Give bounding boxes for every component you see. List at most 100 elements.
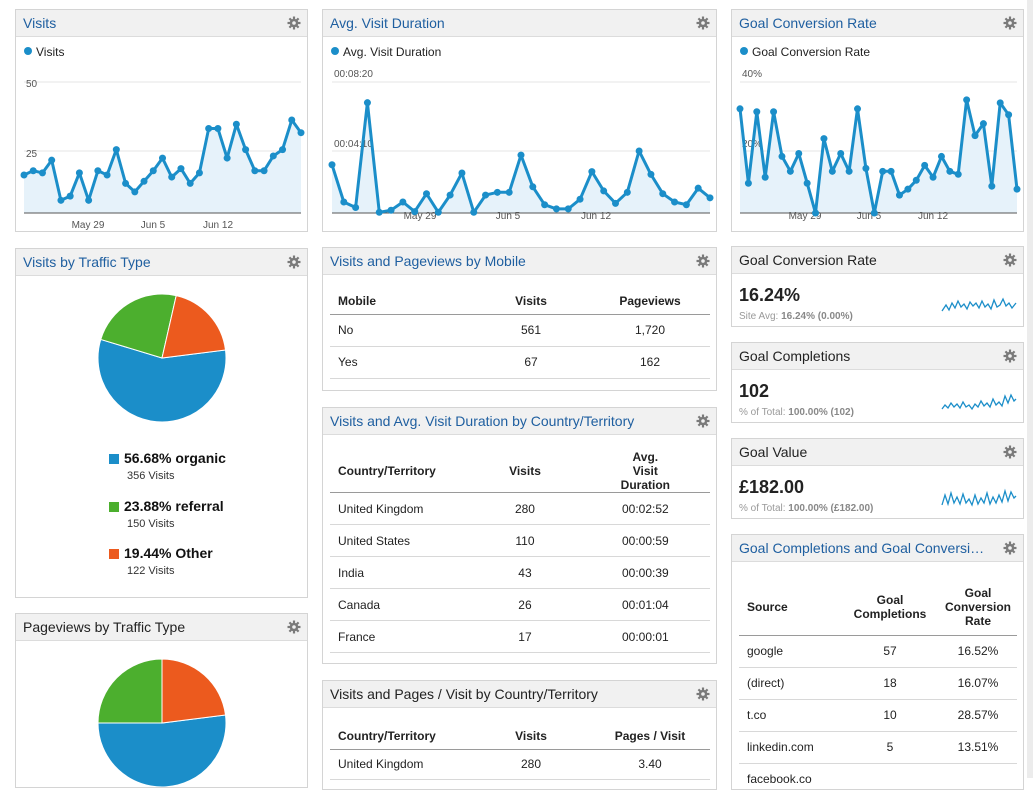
cell-mobile[interactable]: No	[330, 314, 472, 347]
widget-title[interactable]: Goal Completions	[739, 348, 993, 364]
column-header[interactable]: Pages / Visit	[590, 723, 710, 750]
column-header[interactable]: Source	[739, 579, 841, 636]
data-point	[94, 167, 102, 175]
column-header[interactable]: Visits	[472, 288, 590, 315]
widget-header: Visits and Avg. Visit Duration by Countr…	[323, 408, 716, 435]
widget-title[interactable]: Goal Value	[739, 444, 993, 460]
data-point	[505, 188, 513, 196]
data-point	[706, 194, 714, 202]
data-point	[588, 168, 596, 176]
data-point	[328, 161, 336, 169]
widget-title[interactable]: Goal Conversion Rate	[739, 15, 993, 31]
y-tick-label: 00:08:20	[334, 69, 373, 80]
column-header[interactable]: Country/Territory	[330, 450, 470, 493]
cell-source[interactable]: (direct)	[739, 667, 841, 700]
cell-source[interactable]: t.co	[739, 699, 841, 732]
data-point	[446, 191, 454, 199]
column-header[interactable]: Visits	[472, 723, 590, 750]
widget-title[interactable]: Goal Completions and Goal Conversi…	[739, 540, 993, 556]
data-point	[517, 151, 525, 159]
gear-icon[interactable]	[696, 16, 710, 30]
data-point	[895, 191, 903, 199]
column-header[interactable]: Country/Territory	[330, 723, 472, 750]
cell-source[interactable]: facebook.co	[739, 763, 841, 789]
cell-country[interactable]: France	[330, 620, 470, 653]
cell-country[interactable]: United States	[330, 524, 470, 557]
data-point	[904, 185, 912, 193]
data-point	[937, 152, 945, 160]
column-header[interactable]: Visits	[469, 450, 581, 493]
data-point	[854, 105, 862, 113]
widget-title[interactable]: Avg. Visit Duration	[330, 15, 686, 31]
gear-icon[interactable]	[1003, 253, 1017, 267]
data-point	[434, 208, 442, 216]
table-row: Canada 26 00:01:04	[330, 588, 710, 621]
table-header-row: Country/Territory Visits Avg. Visit Dura…	[330, 450, 710, 493]
table-row: Yes 67 162	[330, 346, 710, 379]
widget-header: Visits and Pageviews by Mobile	[323, 248, 716, 275]
cell-duration: 00:00:59	[580, 524, 710, 557]
widget-header: Goal Completions and Goal Conversi…	[732, 535, 1023, 562]
kpi-goal-completions: Goal Completions 102 % of Total: 100.00%…	[731, 342, 1024, 423]
data-point	[671, 198, 679, 206]
cell-completions	[841, 763, 939, 789]
gear-icon[interactable]	[696, 254, 710, 268]
data-point	[470, 208, 478, 216]
data-point	[552, 205, 560, 213]
data-point	[845, 167, 853, 175]
gear-icon[interactable]	[696, 414, 710, 428]
cell-visits: 67	[472, 346, 590, 379]
gear-icon[interactable]	[1003, 349, 1017, 363]
widget-title[interactable]: Visits	[23, 15, 277, 31]
column-header[interactable]: Pageviews	[590, 288, 710, 315]
gear-icon[interactable]	[287, 620, 301, 634]
gear-icon[interactable]	[1003, 16, 1017, 30]
widget-title[interactable]: Pageviews by Traffic Type	[23, 619, 277, 635]
widget-title[interactable]: Visits by Traffic Type	[23, 254, 277, 270]
gear-icon[interactable]	[287, 16, 301, 30]
widget-header: Pageviews by Traffic Type	[16, 614, 307, 641]
cell-source[interactable]: linkedin.com	[739, 731, 841, 764]
widget-header: Visits	[16, 10, 307, 37]
cell-mobile[interactable]: Yes	[330, 346, 472, 379]
widget-title[interactable]: Visits and Pages / Visit by Country/Terr…	[330, 686, 686, 702]
data-point	[694, 184, 702, 192]
table-row: United Kingdom 280 00:02:52	[330, 492, 710, 525]
widget-header: Goal Conversion Rate	[732, 10, 1023, 37]
data-point	[159, 154, 166, 162]
column-header[interactable]: Goal Completions	[841, 579, 939, 636]
cell-country[interactable]: United Kingdom	[330, 749, 472, 780]
data-point	[929, 173, 937, 181]
widget-header: Visits by Traffic Type	[16, 249, 307, 276]
cell-country[interactable]: India	[330, 556, 470, 589]
data-point	[122, 179, 130, 187]
gear-icon[interactable]	[696, 687, 710, 701]
cell-completions: 5	[841, 731, 939, 764]
data-point	[659, 190, 667, 198]
visits-line-chart: 50 25 May 29 Jun 5 Jun 12	[20, 79, 305, 230]
avg-visit-duration-widget: Avg. Visit Duration Avg. Visit Duration …	[322, 9, 717, 232]
x-tick-label: Jun 12	[918, 211, 948, 222]
gear-icon[interactable]	[1003, 541, 1017, 555]
cell-country[interactable]: Canada	[330, 588, 470, 621]
column-header[interactable]: Goal Conversion Rate	[939, 579, 1017, 636]
cell-completions: 10	[841, 699, 939, 732]
cell-duration: 00:00:39	[580, 556, 710, 589]
gear-icon[interactable]	[287, 255, 301, 269]
widget-title[interactable]: Visits and Avg. Visit Duration by Countr…	[330, 413, 686, 429]
data-point	[38, 169, 46, 177]
gear-icon[interactable]	[1003, 445, 1017, 459]
cell-pages-per-visit: 3.40	[590, 749, 710, 780]
column-header[interactable]: Avg. Visit Duration	[580, 450, 710, 493]
traffic-pie-chart	[97, 293, 227, 423]
cell-country[interactable]: United Kingdom	[330, 492, 470, 525]
table-header-row: Mobile Visits Pageviews	[330, 288, 710, 315]
data-point	[423, 190, 430, 198]
widget-title[interactable]: Visits and Pageviews by Mobile	[330, 253, 686, 269]
data-point	[753, 108, 761, 116]
column-header[interactable]: Mobile	[330, 288, 472, 315]
mobile-table: Mobile Visits Pageviews No 561 1,720 Yes…	[330, 288, 710, 379]
mobile-table-widget: Visits and Pageviews by Mobile Mobile Vi…	[322, 247, 717, 391]
widget-title[interactable]: Goal Conversion Rate	[739, 252, 993, 268]
cell-source[interactable]: google	[739, 635, 841, 668]
